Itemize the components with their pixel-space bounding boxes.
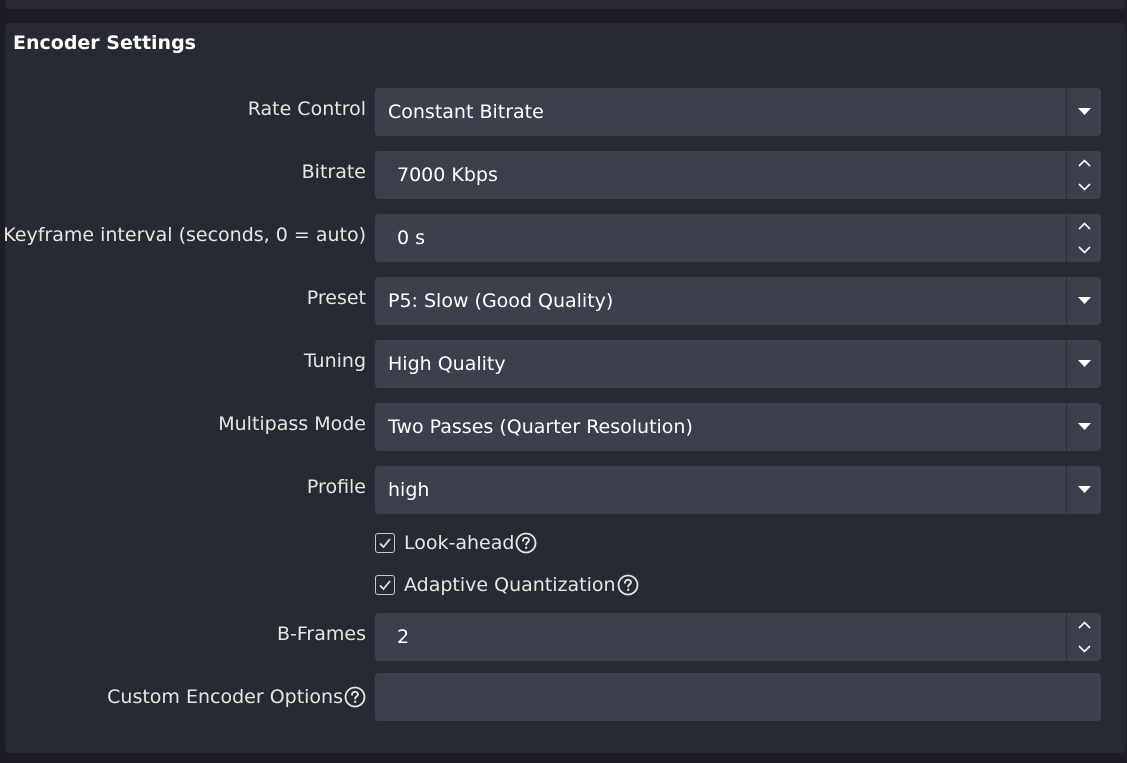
chevron-down-icon <box>1078 297 1091 304</box>
look-ahead-label: Look-ahead <box>404 532 515 554</box>
b-frames-label: B-Frames <box>277 623 366 645</box>
chevron-down-icon <box>1078 645 1091 653</box>
check-icon <box>379 580 391 591</box>
custom-encoder-options-row-label: Custom Encoder Options <box>107 685 366 709</box>
b-frames-decrease-button[interactable] <box>1066 637 1101 661</box>
look-ahead-option[interactable]: Look-ahead <box>375 529 537 557</box>
preset-value: P5: Slow (Good Quality) <box>388 290 614 312</box>
chevron-up-icon <box>1078 159 1091 167</box>
panel-title: Encoder Settings <box>13 32 196 54</box>
chevron-down-icon <box>1078 423 1091 430</box>
tuning-value: High Quality <box>388 353 506 375</box>
previous-panel-edge <box>5 0 1126 9</box>
chevron-down-icon <box>1078 108 1091 115</box>
chevron-down-icon <box>1078 246 1091 254</box>
preset-select[interactable]: P5: Slow (Good Quality) <box>375 277 1101 325</box>
keyframe-interval-value: 0 s <box>397 227 426 249</box>
custom-encoder-options-input[interactable] <box>375 673 1101 721</box>
adaptive-quantization-checkbox[interactable] <box>375 575 395 595</box>
multipass-dropdown-button[interactable] <box>1066 403 1101 451</box>
keyframe-decrease-button[interactable] <box>1066 238 1101 262</box>
multipass-mode-value: Two Passes (Quarter Resolution) <box>388 416 693 438</box>
profile-value: high <box>388 479 430 501</box>
tuning-select[interactable]: High Quality <box>375 340 1101 388</box>
b-frames-increase-button[interactable] <box>1066 613 1101 637</box>
profile-dropdown-button[interactable] <box>1066 466 1101 514</box>
keyframe-increase-button[interactable] <box>1066 214 1101 238</box>
b-frames-value: 2 <box>397 626 410 648</box>
keyframe-interval-spinbox[interactable]: 0 s <box>375 214 1101 262</box>
look-ahead-checkbox[interactable] <box>375 533 395 553</box>
adaptive-quantization-label: Adaptive Quantization <box>404 574 616 596</box>
bitrate-decrease-button[interactable] <box>1066 175 1101 199</box>
help-icon[interactable] <box>344 686 366 708</box>
help-icon[interactable] <box>515 532 537 554</box>
bitrate-label: Bitrate <box>301 161 366 183</box>
rate-control-label: Rate Control <box>247 98 366 120</box>
multipass-mode-label: Multipass Mode <box>218 413 366 435</box>
bitrate-increase-button[interactable] <box>1066 151 1101 175</box>
rate-control-select[interactable]: Constant Bitrate <box>375 88 1101 136</box>
custom-encoder-options-label: Custom Encoder Options <box>107 686 343 708</box>
preset-dropdown-button[interactable] <box>1066 277 1101 325</box>
check-icon <box>379 538 391 549</box>
profile-select[interactable]: high <box>375 466 1101 514</box>
keyframe-interval-label: Keyframe interval (seconds, 0 = auto) <box>3 224 366 246</box>
chevron-down-icon <box>1078 486 1091 493</box>
rate-control-value: Constant Bitrate <box>388 101 544 123</box>
rate-control-dropdown-button[interactable] <box>1066 88 1101 136</box>
chevron-down-icon <box>1078 183 1091 191</box>
b-frames-spinbox[interactable]: 2 <box>375 613 1101 661</box>
encoder-settings-panel: Encoder Settings Rate Control Constant B… <box>3 23 1126 753</box>
chevron-up-icon <box>1078 222 1091 230</box>
tuning-dropdown-button[interactable] <box>1066 340 1101 388</box>
bitrate-value: 7000 Kbps <box>397 164 498 186</box>
preset-label: Preset <box>306 287 366 309</box>
multipass-mode-select[interactable]: Two Passes (Quarter Resolution) <box>375 403 1101 451</box>
chevron-up-icon <box>1078 621 1091 629</box>
tuning-label: Tuning <box>303 350 366 372</box>
adaptive-quantization-option[interactable]: Adaptive Quantization <box>375 571 639 599</box>
bitrate-spinbox[interactable]: 7000 Kbps <box>375 151 1101 199</box>
help-icon[interactable] <box>617 574 639 596</box>
profile-label: Profile <box>306 476 366 498</box>
chevron-down-icon <box>1078 360 1091 367</box>
